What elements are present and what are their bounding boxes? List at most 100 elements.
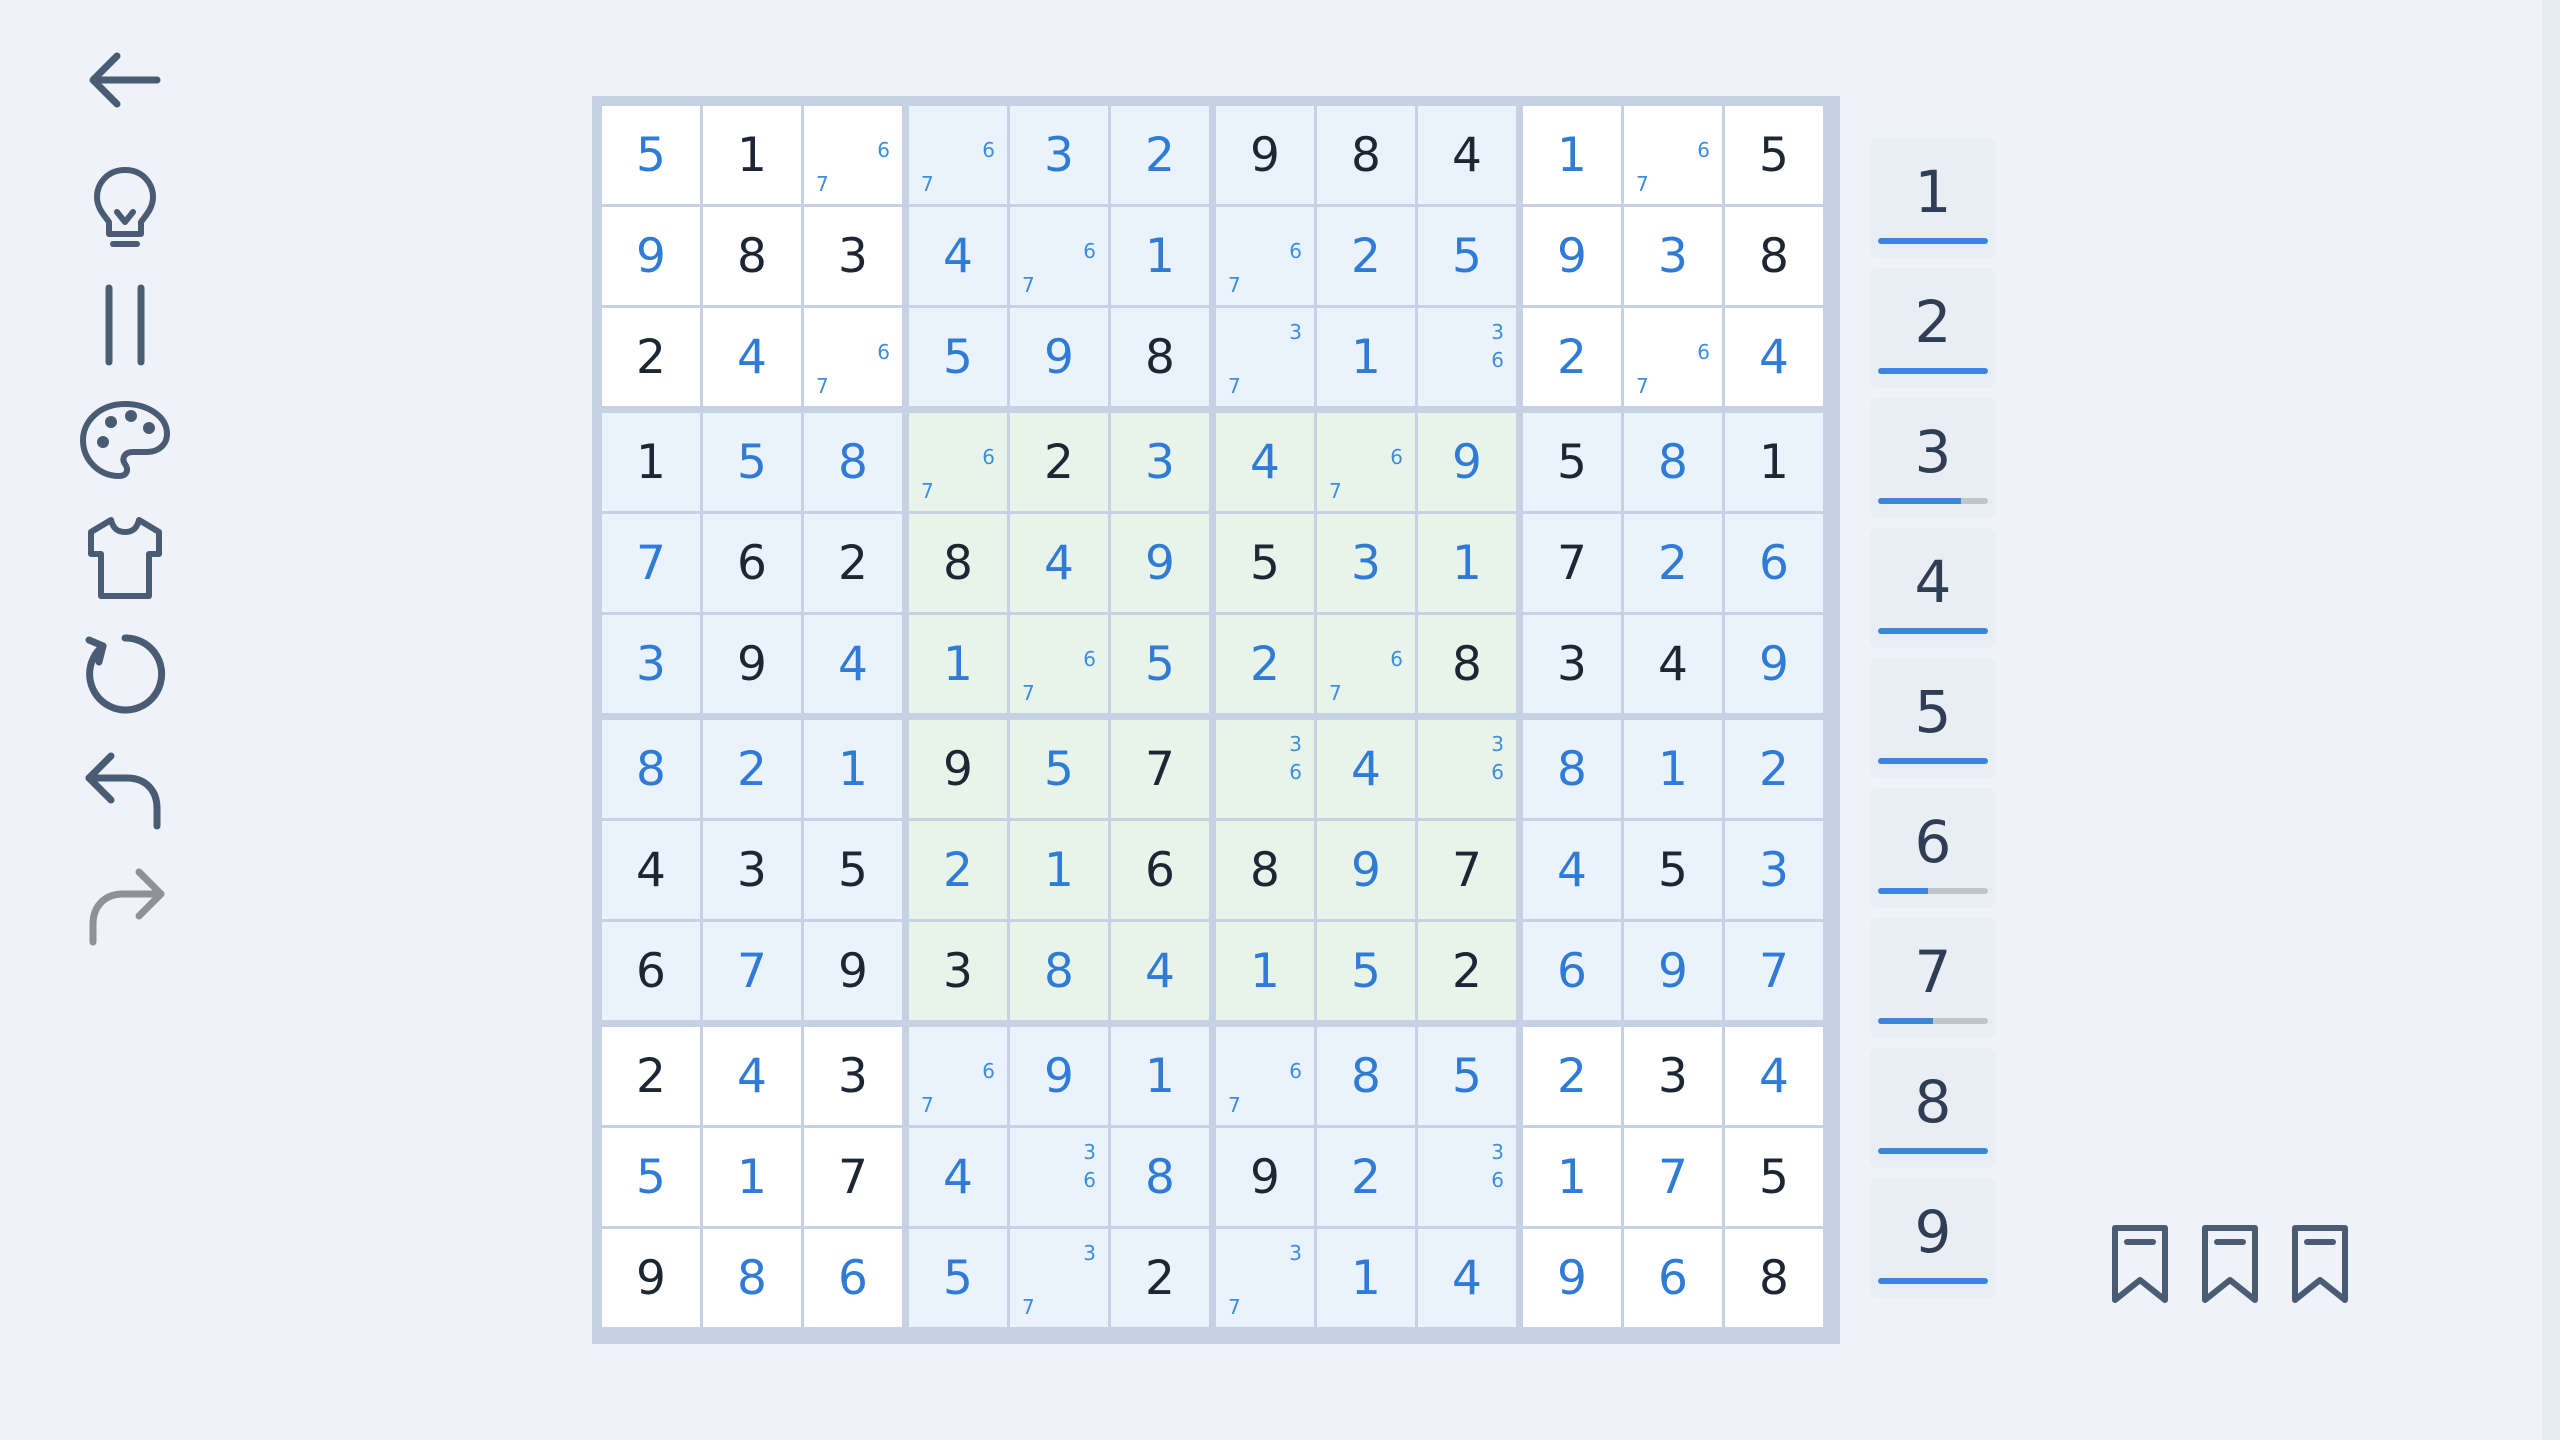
- sudoku-cell[interactable]: 4: [602, 821, 700, 919]
- sudoku-cell[interactable]: 2: [1523, 1027, 1621, 1125]
- sudoku-cell[interactable]: 5: [804, 821, 902, 919]
- sudoku-cell[interactable]: 6: [1725, 514, 1823, 612]
- sudoku-cell[interactable]: 5: [1523, 413, 1621, 511]
- sudoku-cell[interactable]: 67: [1624, 308, 1722, 406]
- number-key-6[interactable]: 6: [1870, 788, 1996, 908]
- sudoku-cell[interactable]: 9: [1317, 821, 1415, 919]
- sudoku-cell[interactable]: 67: [1010, 207, 1108, 305]
- sudoku-cell[interactable]: 67: [1317, 413, 1415, 511]
- sudoku-cell[interactable]: 37: [1010, 1229, 1108, 1327]
- sudoku-cell[interactable]: 36: [1010, 1128, 1108, 1226]
- sudoku-cell[interactable]: 67: [804, 308, 902, 406]
- sudoku-cell[interactable]: 1: [1111, 1027, 1209, 1125]
- sudoku-cell[interactable]: 5: [1010, 720, 1108, 818]
- sudoku-cell[interactable]: 2: [602, 1027, 700, 1125]
- sudoku-cell[interactable]: 5: [1418, 1027, 1516, 1125]
- sudoku-cell[interactable]: 7: [1418, 821, 1516, 919]
- sudoku-cell[interactable]: 37: [1216, 308, 1314, 406]
- sudoku-cell[interactable]: 6: [703, 514, 801, 612]
- sudoku-cell[interactable]: 6: [1624, 1229, 1722, 1327]
- sudoku-cell[interactable]: 67: [804, 106, 902, 204]
- sudoku-cell[interactable]: 2: [1216, 615, 1314, 713]
- sudoku-cell[interactable]: 5: [1317, 922, 1415, 1020]
- sudoku-cell[interactable]: 2: [804, 514, 902, 612]
- skins-button[interactable]: [70, 508, 180, 608]
- sudoku-cell[interactable]: 5: [909, 1229, 1007, 1327]
- sudoku-cell[interactable]: 4: [909, 1128, 1007, 1226]
- sudoku-cell[interactable]: 4: [703, 308, 801, 406]
- sudoku-cell[interactable]: 8: [1725, 1229, 1823, 1327]
- sudoku-cell[interactable]: 9: [602, 1229, 700, 1327]
- sudoku-cell[interactable]: 9: [1111, 514, 1209, 612]
- sudoku-cell[interactable]: 5: [909, 308, 1007, 406]
- number-key-1[interactable]: 1: [1870, 138, 1996, 258]
- sudoku-cell[interactable]: 67: [1216, 1027, 1314, 1125]
- sudoku-cell[interactable]: 2: [1418, 922, 1516, 1020]
- sudoku-cell[interactable]: 4: [1523, 821, 1621, 919]
- sudoku-cell[interactable]: 5: [703, 413, 801, 511]
- sudoku-cell[interactable]: 2: [909, 821, 1007, 919]
- sudoku-cell[interactable]: 3: [1111, 413, 1209, 511]
- sudoku-cell[interactable]: 2: [1317, 207, 1415, 305]
- sudoku-cell[interactable]: 8: [703, 1229, 801, 1327]
- sudoku-cell[interactable]: 67: [909, 413, 1007, 511]
- sudoku-cell[interactable]: 8: [1624, 413, 1722, 511]
- theme-button[interactable]: [70, 392, 180, 492]
- sudoku-cell[interactable]: 3: [804, 1027, 902, 1125]
- sudoku-cell[interactable]: 8: [1216, 821, 1314, 919]
- sudoku-cell[interactable]: 67: [1216, 207, 1314, 305]
- sudoku-cell[interactable]: 8: [1111, 308, 1209, 406]
- sudoku-cell[interactable]: 1: [1111, 207, 1209, 305]
- sudoku-cell[interactable]: 2: [703, 720, 801, 818]
- sudoku-cell[interactable]: 2: [1725, 720, 1823, 818]
- sudoku-cell[interactable]: 4: [1624, 615, 1722, 713]
- sudoku-cell[interactable]: 1: [909, 615, 1007, 713]
- sudoku-cell[interactable]: 5: [1624, 821, 1722, 919]
- sudoku-cell[interactable]: 9: [909, 720, 1007, 818]
- sudoku-cell[interactable]: 8: [909, 514, 1007, 612]
- sudoku-cell[interactable]: 4: [1216, 413, 1314, 511]
- sudoku-cell[interactable]: 1: [1216, 922, 1314, 1020]
- sudoku-cell[interactable]: 3: [1523, 615, 1621, 713]
- sudoku-cell[interactable]: 4: [1418, 106, 1516, 204]
- sudoku-cell[interactable]: 4: [1010, 514, 1108, 612]
- sudoku-cell[interactable]: 7: [703, 922, 801, 1020]
- sudoku-cell[interactable]: 5: [602, 106, 700, 204]
- sudoku-cell[interactable]: 3: [1725, 821, 1823, 919]
- hint-button[interactable]: [70, 158, 180, 258]
- sudoku-cell[interactable]: 8: [703, 207, 801, 305]
- sudoku-cell[interactable]: 1: [1624, 720, 1722, 818]
- sudoku-cell[interactable]: 5: [1418, 207, 1516, 305]
- sudoku-cell[interactable]: 9: [602, 207, 700, 305]
- sudoku-cell[interactable]: 9: [1523, 207, 1621, 305]
- sudoku-cell[interactable]: 7: [1523, 514, 1621, 612]
- sudoku-cell[interactable]: 1: [1418, 514, 1516, 612]
- sudoku-cell[interactable]: 8: [804, 413, 902, 511]
- sudoku-cell[interactable]: 9: [1624, 922, 1722, 1020]
- number-key-7[interactable]: 7: [1870, 918, 1996, 1038]
- sudoku-cell[interactable]: 36: [1418, 1128, 1516, 1226]
- sudoku-cell[interactable]: 1: [602, 413, 700, 511]
- sudoku-cell[interactable]: 4: [804, 615, 902, 713]
- sudoku-cell[interactable]: 8: [1725, 207, 1823, 305]
- sudoku-cell[interactable]: 9: [1523, 1229, 1621, 1327]
- sudoku-cell[interactable]: 7: [804, 1128, 902, 1226]
- bookmark-icon[interactable]: [2195, 1222, 2265, 1306]
- sudoku-cell[interactable]: 4: [703, 1027, 801, 1125]
- number-key-2[interactable]: 2: [1870, 268, 1996, 388]
- sudoku-cell[interactable]: 4: [909, 207, 1007, 305]
- sudoku-cell[interactable]: 6: [804, 1229, 902, 1327]
- sudoku-cell[interactable]: 7: [1624, 1128, 1722, 1226]
- sudoku-cell[interactable]: 9: [1216, 106, 1314, 204]
- bookmark-icon[interactable]: [2285, 1222, 2355, 1306]
- sudoku-cell[interactable]: 2: [1624, 514, 1722, 612]
- sudoku-cell[interactable]: 3: [1624, 207, 1722, 305]
- sudoku-cell[interactable]: 8: [1317, 1027, 1415, 1125]
- sudoku-cell[interactable]: 7: [1725, 922, 1823, 1020]
- sudoku-cell[interactable]: 4: [1418, 1229, 1516, 1327]
- sudoku-cell[interactable]: 2: [1317, 1128, 1415, 1226]
- sudoku-cell[interactable]: 7: [602, 514, 700, 612]
- sudoku-cell[interactable]: 36: [1418, 720, 1516, 818]
- sudoku-cell[interactable]: 5: [602, 1128, 700, 1226]
- sudoku-cell[interactable]: 9: [804, 922, 902, 1020]
